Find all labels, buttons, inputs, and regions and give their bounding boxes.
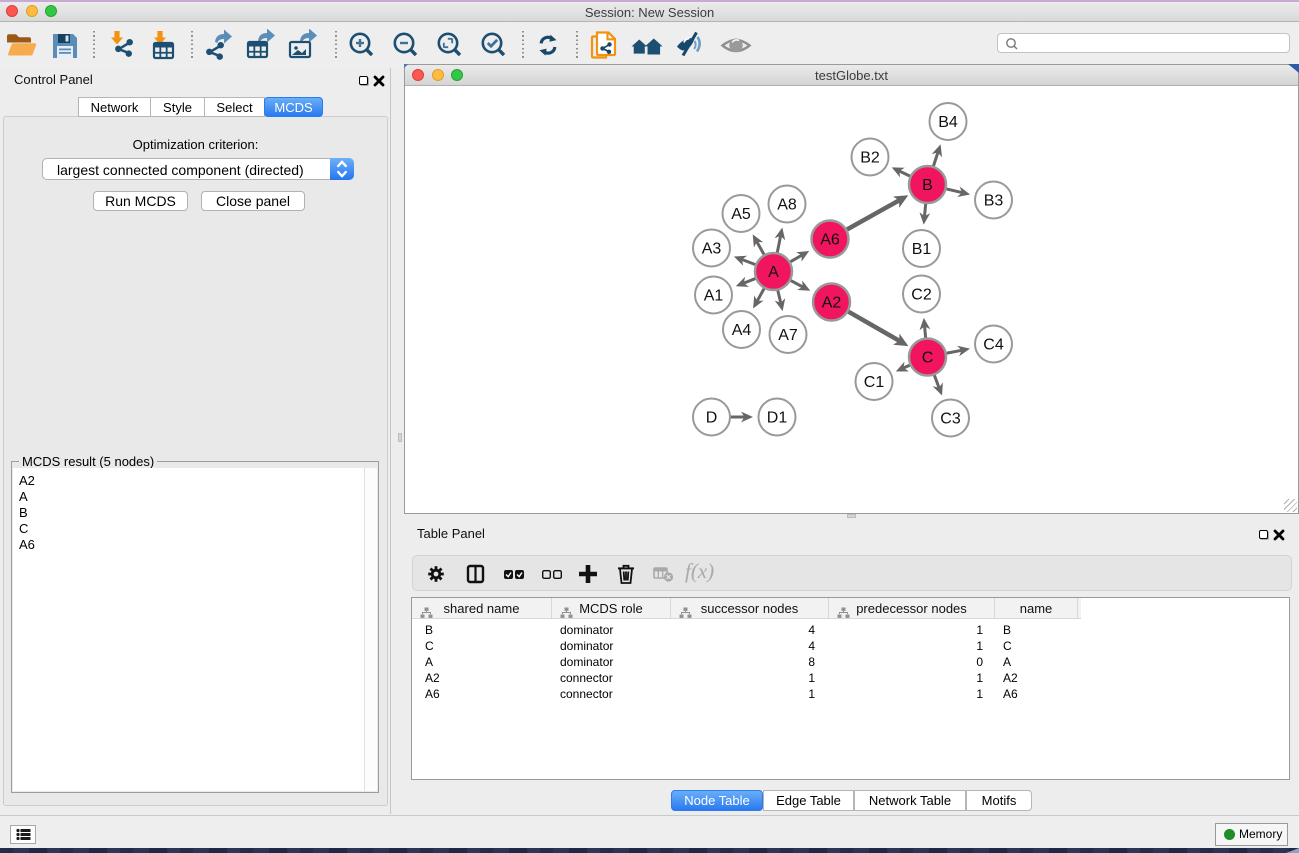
svg-text:B2: B2 — [860, 150, 880, 167]
svg-text:C4: C4 — [983, 337, 1004, 354]
svg-text:A1: A1 — [704, 288, 724, 305]
svg-text:C1: C1 — [864, 374, 885, 391]
svg-text:C2: C2 — [911, 287, 932, 304]
svg-text:B1: B1 — [912, 241, 932, 258]
svg-text:A3: A3 — [702, 241, 722, 258]
svg-text:A6: A6 — [820, 232, 840, 249]
svg-text:B3: B3 — [984, 193, 1004, 210]
svg-text:D: D — [706, 410, 718, 427]
svg-text:C: C — [922, 350, 934, 367]
svg-text:A8: A8 — [777, 197, 797, 214]
svg-text:B: B — [922, 177, 933, 194]
svg-text:A7: A7 — [778, 327, 798, 344]
svg-text:B4: B4 — [938, 114, 958, 131]
svg-text:A4: A4 — [732, 322, 752, 339]
svg-text:C3: C3 — [940, 411, 961, 428]
svg-text:A2: A2 — [822, 295, 842, 312]
svg-text:A5: A5 — [731, 206, 751, 223]
svg-text:D1: D1 — [767, 410, 788, 427]
svg-text:A: A — [768, 264, 779, 281]
